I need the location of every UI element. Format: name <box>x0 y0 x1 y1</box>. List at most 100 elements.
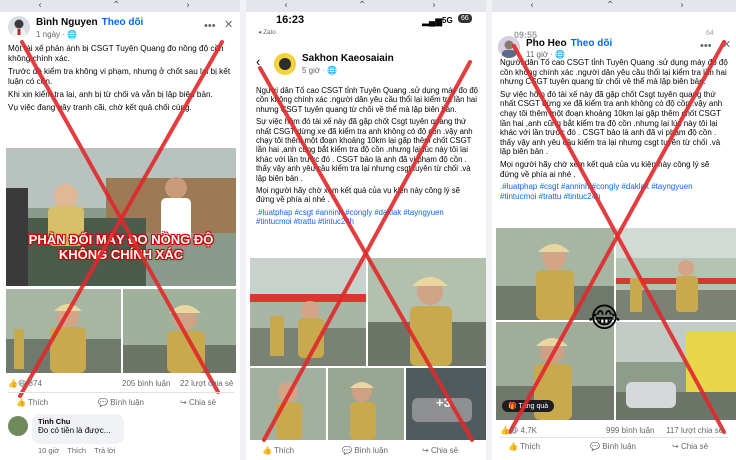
like-reaction-icon: 👍 <box>500 426 510 435</box>
share-icon: ↪ <box>180 398 189 407</box>
author-name[interactable]: Bình Nguyen <box>36 17 98 28</box>
thumbs-up-icon: 👍 <box>16 398 29 407</box>
share-count[interactable]: 117 lượt chia sẻ <box>666 426 723 435</box>
more-options-icon[interactable]: ••• <box>204 20 216 32</box>
chevron-left-icon[interactable]: ‹ <box>530 0 534 12</box>
chevron-up-icon[interactable]: ⌃ <box>358 0 366 12</box>
globe-icon: 🌐 <box>327 66 338 75</box>
post-photo-1[interactable] <box>250 258 366 366</box>
post-paragraph: Vụ việc đang gây tranh cãi, chờ kết quả … <box>8 103 192 112</box>
post-header: 09:55 64 Pho Heo Theo dõi 11 giờ · 🌐 ••• … <box>492 12 736 60</box>
share-button[interactable]: ↪ Chia sẻ <box>422 446 458 455</box>
reaction-count[interactable]: 874 <box>29 379 42 388</box>
divider <box>500 437 728 438</box>
chevron-up-icon[interactable]: ⌃ <box>112 0 120 12</box>
like-reaction-icon: 👍 <box>8 379 18 388</box>
globe-icon: 🌐 <box>67 30 78 39</box>
chevron-left-icon[interactable]: ‹ <box>38 0 42 12</box>
like-button[interactable]: 👍 Thích <box>508 442 540 451</box>
post-paragraph: Mọi người hãy chờ xem kết quả của vụ kiệ… <box>256 186 460 205</box>
hashtags[interactable]: .#luatphap #csgt #anninh #congly #daklak… <box>256 208 478 227</box>
divider <box>8 392 234 393</box>
chevron-left-icon[interactable]: ‹ <box>284 0 288 12</box>
comment-reply-link[interactable]: Trả lời <box>94 446 115 455</box>
thumbs-up-icon: 👍 <box>508 442 521 451</box>
network-label: 5G <box>442 16 453 25</box>
author-name[interactable]: Sakhon Kaeosaiain <box>302 53 394 64</box>
comment-icon: 💬 <box>590 442 603 451</box>
comment-button[interactable]: 💬 Bình luận <box>590 442 636 451</box>
comment-count[interactable]: 999 bình luận <box>606 426 655 435</box>
system-bar: ‹ ⌃ › <box>492 0 736 12</box>
chevron-right-icon[interactable]: › <box>186 0 190 12</box>
post-paragraph: Người dân Tố cao CSGT tỉnh Tuyên Quang .… <box>256 86 479 114</box>
gift-button[interactable]: 🎁 Tặng quà <box>502 400 555 412</box>
comment-button[interactable]: 💬 Bình luận <box>98 398 144 407</box>
signal-icon: ▂▄▆ <box>422 16 443 26</box>
share-button[interactable]: ↪ Chia sẻ <box>672 442 708 451</box>
battery-level: 66 <box>458 14 472 23</box>
post-photo-4[interactable] <box>328 368 404 440</box>
post-header: Bình Nguyen Theo dõi 1 ngày · 🌐 ••• ✕ <box>0 12 240 42</box>
haha-reaction-icon: 😆 <box>17 379 27 388</box>
thumbs-up-icon: 👍 <box>262 446 275 455</box>
post-photo-4[interactable] <box>616 322 736 420</box>
back-to-app-link[interactable]: ◂ Zalo <box>258 28 276 36</box>
share-count[interactable]: 22 lượt chia sẻ <box>180 379 233 388</box>
post-photo-3[interactable]: 🎁 Tặng quà <box>496 322 614 420</box>
post-paragraph: Mọi người hãy chờ xem kết quả của vụ kiệ… <box>500 159 710 179</box>
post-paragraph: Sự việc hôm đó tài xế này đã gặp chốt Cs… <box>500 89 723 157</box>
post-paragraph: Khi xin kiểm tra lại, anh bị từ chối và … <box>8 90 213 99</box>
follow-button[interactable]: Theo dõi <box>102 17 144 28</box>
post-paragraph: Trước đó kiểm tra không vi phạm, nhưng ở… <box>8 67 231 86</box>
comment-count[interactable]: 205 bình luận <box>122 379 171 388</box>
post-header: ‹ Sakhon Kaeosaiain 5 giờ · 🌐 <box>246 50 486 80</box>
author-name[interactable]: Pho Heo <box>526 38 567 49</box>
comment-button[interactable]: 💬 Bình luận <box>342 446 388 455</box>
battery-level: 64 <box>706 30 714 37</box>
back-arrow-icon[interactable]: ‹ <box>256 55 260 68</box>
post-photo-5[interactable]: +3 <box>406 368 486 440</box>
protest-banner-text: PHẢN ĐỐI MÁY ĐO NỒNG ĐỘ KHÔNG CHÍNH XÁC <box>28 232 214 262</box>
post-photo-2[interactable] <box>368 258 486 366</box>
share-icon: ↪ <box>672 442 681 451</box>
like-button[interactable]: 👍 Thích <box>262 446 294 455</box>
close-icon[interactable]: ✕ <box>224 19 233 31</box>
chevron-right-icon[interactable]: › <box>680 0 684 12</box>
post-time: 1 ngày · <box>36 30 68 39</box>
hashtags[interactable]: .#luatphap #csgt #anninh #congly #daklak… <box>500 182 728 201</box>
post-photo-main[interactable]: PHẢN ĐỐI MÁY ĐO NỒNG ĐỘ KHÔNG CHÍNH XÁC <box>6 148 236 286</box>
post-screenshot-3: ‹ ⌃ › 09:55 64 Pho Heo Theo dõi 11 giờ · … <box>492 0 736 460</box>
more-photos-count[interactable]: +3 <box>436 395 451 410</box>
system-bar: ‹ ⌃ › <box>0 0 240 12</box>
commenter-avatar[interactable] <box>8 416 28 436</box>
comment-like-link[interactable]: Thích <box>67 446 86 455</box>
chevron-up-icon[interactable]: ⌃ <box>606 0 614 12</box>
laughing-emoji-icon: 😂 <box>588 302 621 333</box>
commenter-name[interactable]: Tinh Chu <box>38 417 118 426</box>
phone-status-bar: 16:23 ◂ Zalo ▂▄▆ 5G 66 <box>246 12 486 48</box>
post-photo-3[interactable] <box>250 368 326 440</box>
post-photo-2[interactable] <box>616 228 736 320</box>
gift-icon: 🎁 <box>508 403 519 410</box>
more-options-icon[interactable]: ••• <box>700 40 712 52</box>
avatar[interactable] <box>498 36 520 58</box>
status-time: 16:23 <box>276 14 305 26</box>
avatar[interactable] <box>274 53 296 75</box>
post-screenshot-1: ‹ ⌃ › Bình Nguyen Theo dõi 1 ngày · 🌐 •••… <box>0 0 240 460</box>
share-button[interactable]: ↪ Chia sẻ <box>180 398 216 407</box>
post-body: Một tài xế phản ánh bị CSGT Tuyên Quang … <box>8 44 234 116</box>
system-bar: ‹ ⌃ › <box>246 0 486 12</box>
follow-button[interactable]: Theo dõi <box>571 38 613 49</box>
comment-bubble: Tinh Chu Đo có tiền là được... <box>32 414 124 444</box>
close-icon[interactable]: ✕ <box>722 39 731 51</box>
post-photo-2[interactable] <box>6 289 121 373</box>
post-photo-3[interactable] <box>123 289 236 373</box>
post-paragraph: Một tài xế phản ánh bị CSGT Tuyên Quang … <box>8 44 224 63</box>
like-button[interactable]: 👍 Thích <box>16 398 48 407</box>
comment-icon: 💬 <box>98 398 111 407</box>
reaction-count[interactable]: 4,7K <box>521 426 537 435</box>
post-paragraph: Người dân Tố cao CSGT tỉnh Tuyên Quang .… <box>500 58 728 87</box>
chevron-right-icon[interactable]: › <box>432 0 436 12</box>
avatar[interactable] <box>8 16 30 38</box>
